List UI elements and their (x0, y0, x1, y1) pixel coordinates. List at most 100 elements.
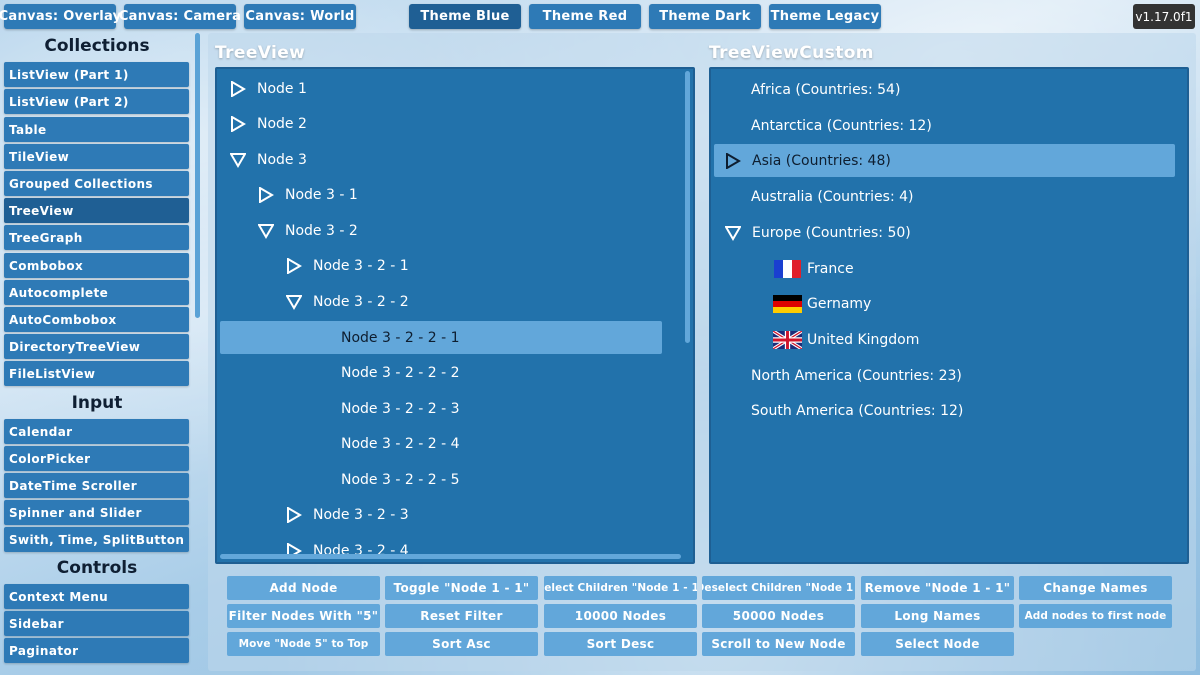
50000-nodes-button[interactable]: 50000 Nodes (702, 604, 855, 628)
tree-node-label: Node 3 - 2 - 2 - 3 (341, 400, 460, 417)
treeview-horizontal-scrollbar[interactable] (220, 554, 681, 559)
custom-tree-node-label: North America (Countries: 23) (751, 367, 962, 384)
tree-node[interactable]: Node 3 (229, 143, 307, 176)
nav-filelistview[interactable]: FileListView (4, 361, 189, 386)
add-nodes-to-first-node-button[interactable]: Add nodes to first node (1019, 604, 1172, 628)
custom-tree-node[interactable]: Europe (Countries: 50) (724, 216, 911, 249)
nav-combobox[interactable]: Combobox (4, 253, 189, 278)
custom-tree-node[interactable]: Africa (Countries: 54) (751, 73, 900, 106)
tree-node[interactable]: Node 3 - 2 - 1 (285, 249, 409, 282)
long-names-button[interactable]: Long Names (861, 604, 1014, 628)
treeview-panel: Node 1 Node 2 Node 3 Node 3 - 1 Node 3 -… (215, 67, 695, 564)
expand-arrow-icon[interactable] (229, 80, 247, 98)
expand-arrow-icon[interactable] (257, 186, 275, 204)
toggle-node-button[interactable]: Toggle "Node 1 - 1" (385, 576, 538, 600)
tree-node[interactable]: Node 3 - 2 - 2 - 3 (341, 392, 459, 425)
nav-listview-part-2[interactable]: ListView (Part 2) (4, 89, 189, 114)
collapse-arrow-icon[interactable] (285, 293, 303, 311)
expand-arrow-icon[interactable] (229, 115, 247, 133)
nav-directorytreeview[interactable]: DirectoryTreeView (4, 334, 189, 359)
nav-treegraph[interactable]: TreeGraph (4, 225, 189, 250)
theme-dark-button[interactable]: Theme Dark (649, 4, 761, 29)
nav-grouped-collections[interactable]: Grouped Collections (4, 171, 189, 196)
sort-desc-button[interactable]: Sort Desc (544, 632, 697, 656)
custom-tree-node[interactable]: Antarctica (Countries: 12) (751, 109, 932, 142)
nav-treeview[interactable]: TreeView (4, 198, 189, 223)
canvas-overlay-button[interactable]: Canvas: Overlay (0, 4, 121, 29)
nav-paginator[interactable]: Paginator (4, 638, 189, 663)
custom-tree-node-label: South America (Countries: 12) (751, 402, 964, 419)
sidebar: Collections ListView (Part 1) ListView (… (0, 33, 202, 675)
tree-node[interactable]: Node 3 - 2 - 2 - 2 (341, 356, 459, 389)
canvas-camera-button[interactable]: Canvas: Camera (119, 4, 241, 29)
germany-flag-icon (773, 294, 802, 313)
sidebar-scrollbar[interactable] (195, 33, 200, 318)
nav-colorpicker[interactable]: ColorPicker (4, 446, 189, 471)
tree-node[interactable]: Node 3 - 2 - 4 (285, 534, 409, 562)
filter-nodes-button[interactable]: Filter Nodes With "5" (227, 604, 380, 628)
custom-tree-node-label: Europe (Countries: 50) (752, 224, 911, 241)
expand-arrow-icon[interactable] (285, 257, 303, 275)
custom-tree-node[interactable]: South America (Countries: 12) (751, 394, 963, 427)
custom-tree-node-label: Africa (Countries: 54) (751, 81, 901, 98)
custom-tree-node[interactable]: United Kingdom (773, 323, 919, 356)
nav-spinner-and-slider[interactable]: Spinner and Slider (4, 500, 189, 525)
custom-tree-node-label: United Kingdom (807, 331, 920, 348)
tree-node-selected[interactable]: Node 3 - 2 - 2 - 1 (220, 321, 662, 354)
tree-node[interactable]: Node 3 - 2 - 3 (285, 498, 409, 531)
move-node-to-top-button[interactable]: Move "Node 5" to Top (227, 632, 380, 656)
treeview-vertical-scrollbar[interactable] (685, 71, 690, 343)
select-node-button[interactable]: Select Node (861, 632, 1014, 656)
collapse-arrow-icon[interactable] (724, 224, 742, 242)
theme-blue-button[interactable]: Theme Blue (409, 4, 521, 29)
tree-node-label: Node 3 - 2 - 2 (313, 293, 409, 310)
add-node-button[interactable]: Add Node (227, 576, 380, 600)
tree-node[interactable]: Node 1 (229, 72, 307, 105)
tree-node[interactable]: Node 3 - 1 (257, 178, 358, 211)
custom-tree-node[interactable]: Australia (Countries: 4) (751, 180, 914, 213)
nav-context-menu[interactable]: Context Menu (4, 584, 189, 609)
sort-asc-button[interactable]: Sort Asc (385, 632, 538, 656)
expand-arrow-icon[interactable] (285, 506, 303, 524)
tree-node-label: Node 3 - 2 - 2 - 4 (341, 435, 460, 452)
10000-nodes-button[interactable]: 10000 Nodes (544, 604, 697, 628)
nav-autocombobox[interactable]: AutoCombobox (4, 307, 189, 332)
nav-autocomplete[interactable]: Autocomplete (4, 280, 189, 305)
treeview-custom-title: TreeViewCustom (709, 43, 874, 63)
expand-arrow-icon[interactable] (724, 152, 742, 170)
deselect-children-button[interactable]: Deselect Children "Node 1 - (702, 576, 855, 600)
tree-node-label: Node 3 (257, 151, 307, 168)
custom-tree-node-label: Asia (Countries: 48) (752, 152, 891, 169)
custom-tree-node-label: Gernamy (807, 295, 872, 312)
select-children-button[interactable]: Select Children "Node 1 - 1" (544, 576, 697, 600)
collapse-arrow-icon[interactable] (257, 222, 275, 240)
canvas-world-button[interactable]: Canvas: World (244, 4, 356, 29)
custom-tree-node-label: France (807, 260, 854, 277)
nav-listview-part-1[interactable]: ListView (Part 1) (4, 62, 189, 87)
nav-datetime-scroller[interactable]: DateTime Scroller (4, 473, 189, 498)
nav-sidebar[interactable]: Sidebar (4, 611, 189, 636)
tree-node[interactable]: Node 3 - 2 - 2 - 4 (341, 427, 459, 460)
tree-node-label: Node 2 (257, 115, 307, 132)
tree-node[interactable]: Node 3 - 2 (257, 214, 358, 247)
change-names-button[interactable]: Change Names (1019, 576, 1172, 600)
nav-switch-time-splitbutton[interactable]: Swith, Time, SplitButton (4, 527, 189, 552)
custom-tree-node-selected[interactable]: Asia (Countries: 48) (714, 144, 1175, 177)
nav-calendar[interactable]: Calendar (4, 419, 189, 444)
treeview-title: TreeView (215, 43, 306, 63)
custom-tree-node[interactable]: France (773, 252, 854, 285)
custom-tree-node[interactable]: Gernamy (773, 287, 871, 320)
tree-node[interactable]: Node 3 - 2 - 2 (285, 285, 409, 318)
custom-tree-node-label: Australia (Countries: 4) (751, 188, 914, 205)
nav-tileview[interactable]: TileView (4, 144, 189, 169)
tree-node[interactable]: Node 3 - 2 - 2 - 5 (341, 463, 459, 496)
reset-filter-button[interactable]: Reset Filter (385, 604, 538, 628)
remove-node-button[interactable]: Remove "Node 1 - 1" (861, 576, 1014, 600)
tree-node[interactable]: Node 2 (229, 107, 307, 140)
collapse-arrow-icon[interactable] (229, 151, 247, 169)
custom-tree-node[interactable]: North America (Countries: 23) (751, 359, 962, 392)
theme-red-button[interactable]: Theme Red (529, 4, 641, 29)
nav-table[interactable]: Table (4, 117, 189, 142)
scroll-to-new-node-button[interactable]: Scroll to New Node (702, 632, 855, 656)
theme-legacy-button[interactable]: Theme Legacy (769, 4, 881, 29)
